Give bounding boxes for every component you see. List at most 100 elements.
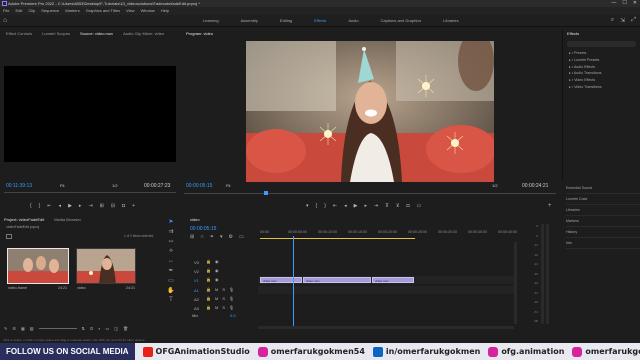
panel-libraries[interactable]: Libraries xyxy=(566,205,640,216)
mute-icon[interactable]: M xyxy=(215,296,218,301)
prog-go-to-in-icon[interactable]: ⇤ xyxy=(333,203,337,209)
tab-effect-controls[interactable]: Effect Controls xyxy=(6,30,32,38)
eye-icon[interactable]: ◉ xyxy=(215,259,219,264)
prog-play-icon[interactable]: ▶ xyxy=(354,203,358,209)
timeline-clip[interactable]: video.mov xyxy=(303,277,371,283)
eye-icon[interactable]: ◉ xyxy=(215,277,219,282)
tab-lumetri-scopes[interactable]: Lumetri Scopes xyxy=(42,30,70,38)
comparison-icon[interactable]: ▭ xyxy=(417,203,422,209)
effects-item[interactable]: ▸ ▪ Video Effects xyxy=(569,77,640,84)
hand-tool-icon[interactable]: ✋ xyxy=(167,287,174,294)
lock-icon[interactable]: 🔒 xyxy=(206,268,211,273)
source-scrubber[interactable] xyxy=(4,192,176,193)
icon-view-icon[interactable]: ▦ xyxy=(21,326,25,331)
work-area-bar[interactable] xyxy=(260,238,415,239)
menu-markers[interactable]: Markers xyxy=(65,7,79,15)
effects-search-input[interactable] xyxy=(567,41,636,47)
snap-icon[interactable]: ∩ xyxy=(200,234,204,240)
track-label-v2[interactable]: V2 xyxy=(194,269,199,274)
effects-item[interactable]: ▸ ▪ Presets xyxy=(569,50,640,57)
linked-select-icon[interactable]: ⚭ xyxy=(210,234,214,240)
source-fit-select[interactable]: Fit xyxy=(60,183,64,188)
youtube-link[interactable]: OFGAnimationStudio xyxy=(142,346,250,357)
menu-help[interactable]: Help xyxy=(161,7,169,15)
timeline-playhead[interactable] xyxy=(293,236,294,326)
tab-audio-clip-mixer[interactable]: Audio Clip Mixer: video xyxy=(123,30,164,38)
menu-view[interactable]: View xyxy=(126,7,135,15)
instagram2-link[interactable]: omerfarukgokmen xyxy=(572,346,640,357)
menu-sequence[interactable]: Sequence xyxy=(41,7,59,15)
slip-tool-icon[interactable]: ↔ xyxy=(168,258,174,264)
insert-icon[interactable]: ⊞ xyxy=(100,203,104,209)
effects-item[interactable]: ▸ ▪ Audio Transitions xyxy=(569,70,640,77)
type-tool-icon[interactable]: T xyxy=(169,297,173,303)
go-to-out-icon[interactable]: ⇥ xyxy=(88,203,92,209)
program-video-frame[interactable] xyxy=(246,41,494,182)
lift-icon[interactable]: ⊼ xyxy=(385,203,389,209)
workspace-tab-learning[interactable]: Learning xyxy=(192,15,230,27)
trash-icon[interactable]: 🗑 xyxy=(123,326,128,331)
rectangle-tool-icon[interactable]: ▭ xyxy=(168,277,174,284)
prog-mark-in-icon[interactable]: { xyxy=(316,203,318,209)
project-thumbnail[interactable] xyxy=(7,248,69,284)
menu-graphics[interactable]: Graphics and Titles xyxy=(86,7,120,15)
minimize-button[interactable]: — xyxy=(611,0,616,7)
workspace-tab-assembly[interactable]: Assembly xyxy=(230,15,269,27)
workspace-tab-audio[interactable]: Audio xyxy=(337,15,369,27)
program-timecode-current[interactable]: 00:00:05:15 xyxy=(186,183,212,189)
razor-tool-icon[interactable]: ⟡ xyxy=(169,248,173,255)
sort-icon[interactable]: ⇅ xyxy=(82,326,85,331)
source-viewer[interactable] xyxy=(4,66,176,162)
timeline-clip[interactable]: video.mov xyxy=(372,277,414,283)
prog-go-to-out-icon[interactable]: ⇥ xyxy=(374,203,378,209)
track-label-v1[interactable]: V1 xyxy=(194,278,199,283)
go-to-in-icon[interactable]: ⇤ xyxy=(47,203,51,209)
program-fit-select[interactable]: Fit xyxy=(226,183,230,188)
close-button[interactable]: ✕ xyxy=(633,0,637,7)
find-icon[interactable]: ⌕ xyxy=(98,326,100,331)
wrench-icon[interactable]: ⚙ xyxy=(229,234,233,240)
lock-icon[interactable]: 🔒 xyxy=(206,287,211,292)
add-button-icon[interactable]: + xyxy=(132,203,135,209)
selection-tool-icon[interactable]: ➤ xyxy=(168,218,173,225)
mute-icon[interactable]: M xyxy=(215,305,218,310)
captions-icon[interactable]: ▭ xyxy=(239,234,244,240)
tab-effects[interactable]: Effects xyxy=(567,30,579,38)
workspace-tab-libraries[interactable]: Libraries xyxy=(432,15,469,27)
panel-markers[interactable]: Markers xyxy=(566,216,640,227)
fullscreen-icon[interactable]: ⤢ xyxy=(631,17,636,24)
track-label-a3[interactable]: A3 xyxy=(194,306,199,311)
menu-file[interactable]: File xyxy=(3,7,9,15)
mark-in-icon[interactable]: { xyxy=(30,203,32,209)
play-icon[interactable]: ▶ xyxy=(68,203,72,209)
web-link[interactable]: ofg.animation xyxy=(488,346,564,357)
program-scrubber[interactable] xyxy=(184,193,556,194)
freeform-view-icon[interactable]: ▨ xyxy=(30,326,34,331)
solo-icon[interactable]: S xyxy=(222,305,225,310)
ripple-edit-tool-icon[interactable]: ⇿ xyxy=(168,238,173,245)
linkedin-link[interactable]: in/omerfarukgokmen xyxy=(372,346,480,357)
extract-icon[interactable]: ⊻ xyxy=(396,203,400,209)
source-timecode-current[interactable]: 00:11:39:13 xyxy=(6,183,32,189)
effects-item[interactable]: ▸ ▪ Lumetri Presets xyxy=(569,57,640,64)
program-playhead[interactable] xyxy=(264,191,268,195)
mic-icon[interactable]: 🎙 xyxy=(229,296,234,301)
prog-marker-icon[interactable]: ▾ xyxy=(306,203,309,209)
workspace-tab-editing[interactable]: Editing xyxy=(269,15,303,27)
workspace-tab-captions[interactable]: Captions and Graphics xyxy=(370,15,433,27)
solo-icon[interactable]: S xyxy=(222,296,225,301)
maximize-button[interactable]: ☐ xyxy=(622,0,626,7)
write-lock-icon[interactable]: ✎ xyxy=(4,326,7,331)
add-marker-icon[interactable]: ▾ xyxy=(220,234,223,240)
workspace-tab-effects[interactable]: Effects xyxy=(303,15,337,27)
nest-icon[interactable]: ⊞ xyxy=(190,234,194,240)
lock-icon[interactable]: 🔒 xyxy=(206,296,211,301)
track-label-v3[interactable]: V3 xyxy=(194,260,199,265)
search-icon[interactable]: ⌕ xyxy=(611,17,614,24)
solo-icon[interactable]: S xyxy=(222,287,225,292)
panel-essential-sound[interactable]: Essential Sound xyxy=(566,183,640,194)
lock-icon[interactable]: 🔒 xyxy=(206,259,211,264)
tab-sequence-video[interactable]: video xyxy=(190,216,200,224)
instagram-link[interactable]: omerfarukgokmen54 xyxy=(257,346,365,357)
eye-icon[interactable]: ◉ xyxy=(215,268,219,273)
